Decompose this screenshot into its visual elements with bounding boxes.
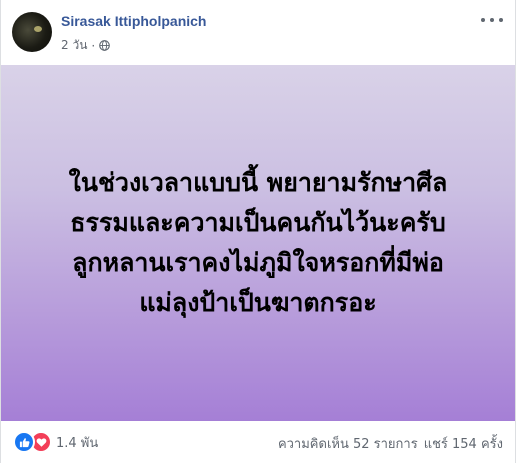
avatar[interactable]	[12, 12, 52, 52]
post-meta: 2 วัน ·	[61, 36, 111, 55]
like-icon	[13, 431, 35, 453]
post-footer: 1.4 พัน ความคิดเห็น 52 รายการ แชร์ 154 ค…	[1, 421, 515, 463]
post-timestamp[interactable]: 2 วัน	[61, 36, 87, 55]
more-options-icon[interactable]	[481, 14, 503, 26]
reaction-count: 1.4 พัน	[56, 435, 99, 451]
reaction-summary[interactable]: 1.4 พัน	[13, 431, 98, 453]
avatar-highlight	[34, 26, 42, 32]
shares-count-link[interactable]: แชร์ 154 ครั้ง	[424, 433, 503, 454]
meta-separator: ·	[91, 38, 96, 53]
post-header: Sirasak Ittipholpanich 2 วัน ·	[1, 0, 516, 64]
status-background-card: ในช่วงเวลาแบบนี้ พยายามรักษาศีล ธรรมและค…	[1, 65, 515, 421]
engagement-stats: ความคิดเห็น 52 รายการ แชร์ 154 ครั้ง	[278, 433, 503, 454]
author-name[interactable]: Sirasak Ittipholpanich	[61, 13, 206, 29]
comments-count-link[interactable]: ความคิดเห็น 52 รายการ	[278, 433, 418, 454]
globe-icon[interactable]	[99, 40, 111, 51]
post-card: Sirasak Ittipholpanich 2 วัน · ในช่วงเวล…	[0, 0, 516, 463]
status-text: ในช่วงเวลาแบบนี้ พยายามรักษาศีล ธรรมและค…	[68, 168, 448, 317]
